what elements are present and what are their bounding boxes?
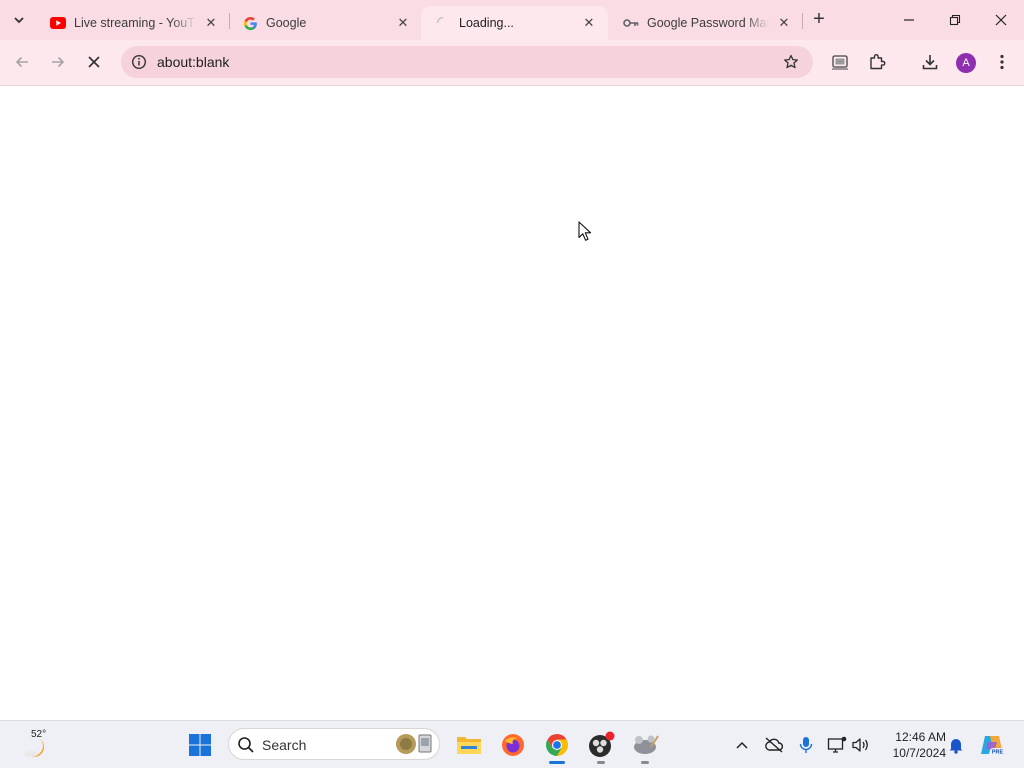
forward-button[interactable]	[43, 47, 73, 77]
tab-close-button[interactable]: ✕	[580, 14, 598, 32]
onedrive-status[interactable]	[759, 730, 789, 760]
mouse-cursor-icon	[578, 221, 592, 247]
back-button[interactable]	[7, 47, 37, 77]
file-explorer-icon	[457, 737, 481, 754]
tab-close-button[interactable]: ✕	[202, 14, 220, 32]
arrow-left-icon	[15, 56, 28, 68]
browser-menu-button[interactable]	[987, 47, 1017, 77]
system-clock[interactable]: 12:46 AM 10/7/2024	[880, 729, 946, 761]
chrome-icon	[546, 734, 568, 756]
onedrive-offline-icon	[765, 737, 784, 753]
cast-icon	[832, 55, 848, 70]
tab-google[interactable]: Google ✕	[228, 6, 422, 40]
minimize-button[interactable]	[886, 0, 932, 40]
address-bar[interactable]: about:blank	[121, 46, 813, 78]
tab-separator	[802, 13, 803, 29]
site-info-icon[interactable]	[129, 52, 149, 72]
chevron-up-icon	[736, 741, 748, 749]
loading-spinner-icon	[435, 15, 451, 31]
volume-icon	[852, 738, 868, 752]
tab-title: Google Password Manager	[647, 16, 769, 30]
page-content[interactable]	[0, 86, 1024, 720]
microphone-status[interactable]	[791, 730, 821, 760]
gimp-icon	[634, 735, 659, 754]
clock-time: 12:46 AM	[895, 730, 946, 744]
tab-strip: Live streaming - YouTube ✕ Google ✕ Load…	[0, 0, 1024, 40]
chevron-down-icon	[14, 17, 24, 24]
arrow-right-icon	[52, 56, 65, 68]
taskbar-firefox[interactable]	[498, 730, 528, 760]
stop-loading-button[interactable]	[79, 47, 109, 77]
notifications-button[interactable]	[941, 730, 971, 760]
tab-search-button[interactable]	[5, 6, 33, 34]
search-icon	[238, 737, 254, 753]
search-label: Search	[262, 737, 307, 753]
notification-bell-icon	[949, 739, 963, 754]
gimp-running-indicator	[641, 761, 649, 764]
extensions-button[interactable]	[862, 47, 892, 77]
tab-close-button[interactable]: ✕	[775, 14, 793, 32]
google-icon	[242, 15, 258, 31]
profile-avatar[interactable]: A	[956, 53, 976, 73]
clock-date: 10/7/2024	[892, 746, 946, 760]
show-hidden-icons-button[interactable]	[727, 730, 757, 760]
password-key-icon	[623, 15, 639, 31]
volume-status[interactable]	[846, 730, 876, 760]
taskbar: 52° Search 12:46 AM 10/7/2024 PRE	[0, 720, 1024, 768]
minimize-icon	[904, 19, 914, 21]
close-icon	[88, 56, 100, 68]
puzzle-piece-icon	[870, 54, 886, 70]
address-bar-url[interactable]: about:blank	[157, 54, 229, 70]
bookmark-star-icon[interactable]	[781, 52, 801, 72]
tab-loading[interactable]: Loading... ✕	[421, 6, 608, 40]
download-icon	[922, 55, 938, 70]
cast-button[interactable]	[825, 47, 855, 77]
svg-text:PRE: PRE	[992, 750, 1004, 756]
tab-youtube[interactable]: Live streaming - YouTube ✕	[36, 6, 230, 40]
start-button[interactable]	[185, 730, 215, 760]
search-highlight-icon	[394, 733, 434, 755]
obs-running-indicator	[597, 761, 605, 764]
new-tab-button[interactable]: +	[808, 8, 830, 30]
taskbar-obs[interactable]	[586, 730, 616, 760]
restore-button[interactable]	[932, 0, 978, 40]
tab-title: Live streaming - YouTube	[74, 16, 196, 30]
tab-title: Loading...	[459, 16, 514, 30]
microphone-icon	[799, 737, 813, 753]
firefox-icon	[502, 734, 524, 756]
windows-start-icon	[189, 734, 211, 756]
copilot-icon: PRE	[981, 736, 1004, 756]
close-window-button[interactable]	[978, 0, 1024, 40]
taskbar-gimp[interactable]	[630, 730, 660, 760]
taskbar-file-explorer[interactable]	[454, 730, 484, 760]
chrome-active-indicator	[549, 761, 565, 764]
close-icon	[995, 14, 1007, 26]
kebab-menu-icon	[1000, 54, 1004, 70]
weather-temperature: 52°	[31, 729, 47, 740]
downloads-button[interactable]	[915, 47, 945, 77]
taskbar-chrome[interactable]	[542, 730, 572, 760]
tab-title: Google	[266, 16, 307, 30]
tab-password-manager[interactable]: Google Password Manager ✕	[609, 6, 803, 40]
restore-icon	[949, 14, 961, 26]
taskbar-search[interactable]: Search	[228, 728, 440, 760]
network-icon	[827, 736, 847, 753]
tab-close-button[interactable]: ✕	[394, 14, 412, 32]
browser-toolbar: about:blank A	[0, 40, 1024, 86]
obs-icon	[589, 731, 615, 757]
copilot-button[interactable]: PRE	[977, 730, 1007, 760]
youtube-icon	[50, 15, 66, 31]
